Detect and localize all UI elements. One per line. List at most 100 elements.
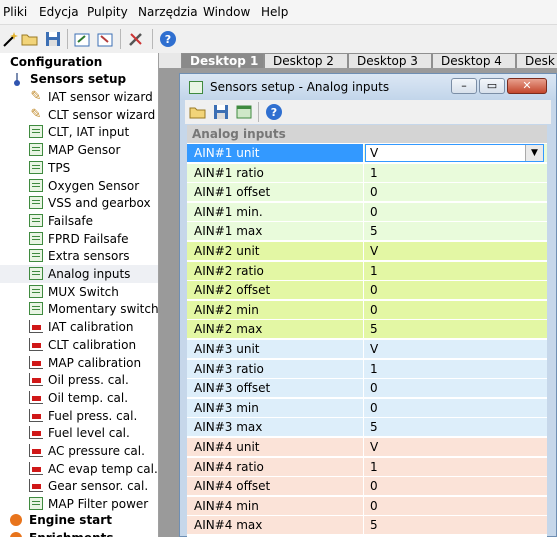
tree-item[interactable]: CLT, IAT input xyxy=(0,123,158,141)
toolbar-separator xyxy=(120,29,121,49)
table-row[interactable]: AIN#1 ratio 1 xyxy=(187,163,547,183)
table-row[interactable]: AIN#3 max 5 xyxy=(187,418,547,438)
table-row[interactable]: AIN#2 min 0 xyxy=(187,300,547,320)
menu-pliki[interactable]: Pliki xyxy=(3,5,27,19)
window-layout-icon[interactable] xyxy=(235,103,253,121)
tree-item[interactable]: AC pressure cal. xyxy=(0,442,158,460)
tab-desktop-1[interactable]: Desktop 1 xyxy=(181,53,264,68)
table-row[interactable]: AIN#4 min 0 xyxy=(187,496,547,516)
parameter-value[interactable]: 0 xyxy=(365,203,547,221)
tree-item[interactable]: Gear sensor. cal. xyxy=(0,477,158,495)
parameter-value[interactable]: 5 xyxy=(365,418,547,436)
tab-desktop-4[interactable]: Desktop 4 xyxy=(432,53,516,68)
unit-dropdown[interactable]: V ▼ xyxy=(365,144,544,162)
parameter-value[interactable]: 5 xyxy=(365,516,547,534)
table-row[interactable]: AIN#4 offset 0 xyxy=(187,477,547,497)
table-row[interactable]: AIN#3 offset 0 xyxy=(187,379,547,399)
parameter-value[interactable]: 5 xyxy=(365,320,547,338)
tree-item[interactable]: VSS and gearbox xyxy=(0,194,158,212)
table-row[interactable]: AIN#4 ratio 1 xyxy=(187,457,547,477)
tree-item-label: Momentary switch xyxy=(48,302,159,317)
tree-item[interactable]: CLT calibration xyxy=(0,336,158,354)
menu-pulpity[interactable]: Pulpity xyxy=(87,5,128,19)
save-icon[interactable] xyxy=(212,103,230,121)
table-row[interactable]: AIN#1 unit V ▼ xyxy=(187,144,547,163)
tab-desktop-2[interactable]: Desktop 2 xyxy=(264,53,348,68)
parameter-name: AIN#3 min xyxy=(187,398,364,417)
tree-item[interactable]: Oil temp. cal. xyxy=(0,389,158,407)
table-row[interactable]: AIN#1 min. 0 xyxy=(187,202,547,222)
tree-item[interactable]: ✎ CLT sensor wizard xyxy=(0,106,158,124)
parameter-value[interactable]: 1 xyxy=(365,262,547,280)
table-row[interactable]: AIN#4 unit V xyxy=(187,438,547,457)
table-row[interactable]: AIN#3 ratio 1 xyxy=(187,359,547,379)
tree-item[interactable]: Analog inputs xyxy=(0,265,158,283)
help-icon[interactable]: ? xyxy=(265,103,283,121)
tree-item[interactable]: Fuel level cal. xyxy=(0,424,158,442)
parameter-value[interactable]: 0 xyxy=(365,379,547,397)
chevron-down-icon[interactable]: ▼ xyxy=(525,145,543,161)
tools-icon[interactable] xyxy=(127,30,145,48)
parameter-value[interactable]: 0 xyxy=(365,183,547,201)
table-row[interactable]: AIN#1 offset 0 xyxy=(187,183,547,203)
tree-item[interactable]: IAT calibration xyxy=(0,318,158,336)
tree-item[interactable]: Momentary switch xyxy=(0,300,158,318)
tree-item[interactable]: TPS xyxy=(0,159,158,177)
window-titlebar[interactable]: Sensors setup - Analog inputs – ▭ ✕ xyxy=(180,74,556,100)
menu-window[interactable]: Window xyxy=(203,5,250,19)
tree-item[interactable]: FPRD Failsafe xyxy=(0,230,158,248)
tab-desktop-3[interactable]: Desktop 3 xyxy=(348,53,432,68)
parameter-value[interactable]: 0 xyxy=(365,281,547,299)
svg-text:?: ? xyxy=(271,106,277,119)
tree-item[interactable]: MAP Gensor xyxy=(0,141,158,159)
parameter-value[interactable]: V xyxy=(365,242,547,260)
parameter-value[interactable]: 1 xyxy=(365,458,547,476)
tree-item[interactable]: Oxygen Sensor xyxy=(0,177,158,195)
parameter-value[interactable]: 0 xyxy=(365,497,547,515)
tree-item[interactable]: MAP calibration xyxy=(0,354,158,372)
close-button[interactable]: ✕ xyxy=(507,78,547,94)
table-row[interactable]: AIN#2 max 5 xyxy=(187,320,547,340)
parameter-value[interactable]: 0 xyxy=(365,301,547,319)
tree-item[interactable]: Oil press. cal. xyxy=(0,371,158,389)
analog-inputs-grid[interactable]: Analog inputs AIN#1 unit V ▼ AIN#1 ratio 1 AI… xyxy=(187,125,547,537)
tree-item[interactable]: Fuel press. cal. xyxy=(0,407,158,425)
table-row[interactable]: AIN#1 max 5 xyxy=(187,222,547,242)
table-row[interactable]: AIN#2 unit V xyxy=(187,242,547,261)
open-folder-icon[interactable] xyxy=(21,30,39,48)
table-row[interactable]: AIN#2 ratio 1 xyxy=(187,261,547,281)
tree-item[interactable]: ✎ IAT sensor wizard xyxy=(0,88,158,106)
export-icon[interactable] xyxy=(96,30,114,48)
parameter-value[interactable]: 5 xyxy=(365,222,547,240)
parameter-value[interactable]: 1 xyxy=(365,360,547,378)
parameter-value[interactable]: 1 xyxy=(365,164,547,182)
parameter-value[interactable]: V xyxy=(365,340,547,358)
table-row[interactable]: AIN#3 min 0 xyxy=(187,398,547,418)
menu-help[interactable]: Help xyxy=(261,5,288,19)
parameter-name: AIN#4 offset xyxy=(187,477,364,496)
import-icon[interactable] xyxy=(73,30,91,48)
open-folder-icon[interactable] xyxy=(189,103,207,121)
help-icon[interactable]: ? xyxy=(159,30,177,48)
menu-edycja[interactable]: Edycja xyxy=(39,5,79,19)
table-row[interactable]: AIN#3 unit V xyxy=(187,340,547,359)
tree-item[interactable]: MUX Switch xyxy=(0,283,158,301)
configuration-tree[interactable]: Configuration Sensors setup ✎ IAT sensor … xyxy=(0,53,159,537)
menu-narzedzia[interactable]: Narzędzia xyxy=(138,5,198,19)
tree-item[interactable]: Failsafe xyxy=(0,212,158,230)
tab-desktop-5[interactable]: Desk xyxy=(516,53,557,68)
parameter-value[interactable]: 0 xyxy=(365,399,547,417)
save-icon[interactable] xyxy=(44,30,62,48)
chart-icon xyxy=(29,408,43,422)
enrichments-icon xyxy=(10,532,22,537)
collapse-icon[interactable] xyxy=(0,53,9,62)
parameter-value[interactable]: 0 xyxy=(365,477,547,495)
table-row[interactable]: AIN#2 offset 0 xyxy=(187,281,547,301)
minimize-button[interactable]: – xyxy=(451,78,477,94)
tree-item[interactable]: AC evap temp cal. xyxy=(0,460,158,478)
restore-button[interactable]: ▭ xyxy=(479,78,505,94)
wand-icon[interactable] xyxy=(2,30,20,48)
parameter-value[interactable]: V xyxy=(365,438,547,456)
table-row[interactable]: AIN#4 max 5 xyxy=(187,516,547,536)
tree-item[interactable]: Extra sensors xyxy=(0,247,158,265)
